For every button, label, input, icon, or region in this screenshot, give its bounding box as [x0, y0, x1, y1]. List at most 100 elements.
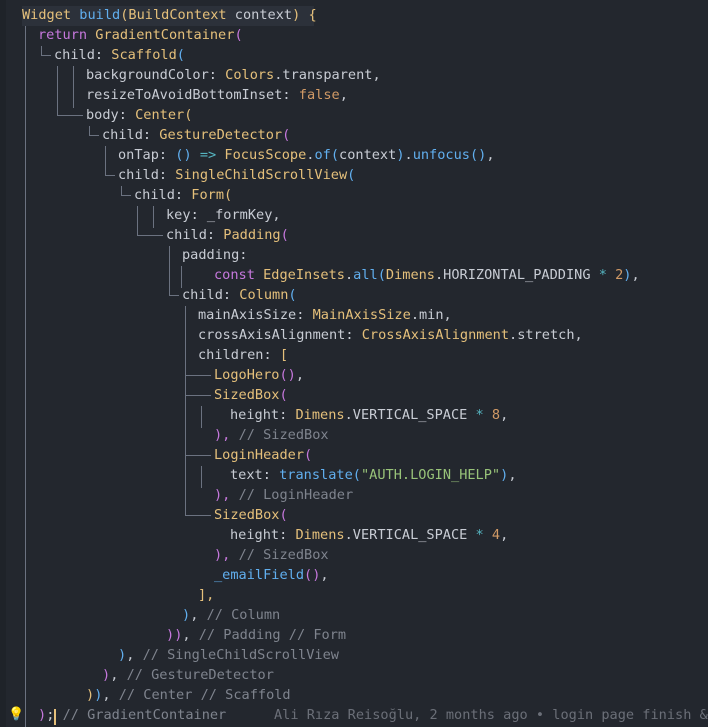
code-line[interactable]: ), // Column	[0, 605, 708, 625]
code-line[interactable]: backgroundColor: Colors.transparent,	[0, 65, 708, 85]
code-token: ,	[339, 87, 348, 103]
code-token: FocusScope	[224, 147, 307, 163]
code-token: ()	[175, 147, 192, 163]
indent-guide-vertical	[89, 126, 90, 135]
code-text: child: SingleChildScrollView(	[118, 165, 355, 185]
code-token: // GradientContainer	[62, 707, 227, 723]
code-line[interactable]: LoginHeader(	[0, 445, 708, 465]
code-token: =>	[199, 147, 217, 163]
code-token: ,	[500, 407, 509, 423]
code-text: key: _formKey,	[166, 205, 281, 225]
code-token: .min,	[410, 307, 452, 323]
code-token: :	[118, 107, 136, 123]
text-cursor	[54, 709, 56, 725]
code-token: ),	[214, 427, 231, 443]
code-token: Padding	[223, 227, 281, 243]
code-token: padding	[182, 247, 240, 263]
code-token: :	[263, 347, 280, 363]
code-text: Widget build(BuildContext context) {	[22, 5, 317, 25]
code-token: LoginHeader	[214, 447, 305, 463]
code-token: GestureDetector	[159, 127, 283, 143]
code-line[interactable]: onTap: () => FocusScope.of(context).unfo…	[0, 145, 708, 165]
code-line[interactable]: ), // GestureDetector	[0, 665, 708, 685]
code-token: child	[118, 167, 159, 183]
code-line[interactable]: mainAxisSize: MainAxisSize.min,	[0, 305, 708, 325]
code-token: ,	[508, 467, 517, 483]
indent-guide-vertical	[181, 266, 182, 288]
code-text: ), // SizedBox	[214, 425, 329, 445]
code-line[interactable]: )), // Padding // Form	[0, 625, 708, 645]
code-token: ()	[279, 367, 296, 383]
code-token: (	[347, 167, 356, 183]
code-token: unfocus	[412, 147, 470, 163]
code-token: crossAxisAlignment	[198, 327, 346, 343]
code-token: (	[224, 187, 233, 203]
code-text: ), // SizedBox	[214, 545, 329, 565]
code-line[interactable]: LogoHero(),	[0, 365, 708, 385]
code-token: key	[166, 207, 191, 223]
indent-guide-vertical	[185, 306, 186, 368]
code-line[interactable]: children: [	[0, 345, 708, 365]
code-token: (	[304, 447, 313, 463]
code-line[interactable]: resizeToAvoidBottomInset: false,	[0, 85, 708, 105]
code-line[interactable]: return GradientContainer(	[0, 25, 708, 45]
code-token: Center	[135, 107, 185, 123]
code-text: ), // LoginHeader	[214, 485, 353, 505]
code-line[interactable]: crossAxisAlignment: CrossAxisAlignment.s…	[0, 325, 708, 345]
code-line[interactable]: SizedBox(	[0, 385, 708, 405]
code-line[interactable]: ],	[0, 585, 708, 605]
code-text: mainAxisSize: MainAxisSize.min,	[198, 305, 452, 325]
code-line[interactable]: ), // SingleChildScrollView	[0, 645, 708, 665]
indent-guide-horizontal	[185, 395, 211, 396]
code-line[interactable]: child: Form(	[0, 185, 708, 205]
code-line[interactable]: text: translate("AUTH.LOGIN_HELP"),	[0, 465, 708, 485]
code-token: )	[396, 147, 405, 163]
code-line[interactable]: height: Dimens.VERTICAL_SPACE * 8,	[0, 405, 708, 425]
code-line[interactable]: Widget build(BuildContext context) {	[0, 5, 708, 25]
code-token: ],	[198, 587, 215, 603]
code-text: ); // GradientContainer	[38, 705, 226, 725]
code-token: height	[230, 407, 280, 423]
code-line[interactable]: height: Dimens.VERTICAL_SPACE * 4,	[0, 525, 708, 545]
code-line[interactable]: child: Padding(	[0, 225, 708, 245]
code-token: MainAxisSize	[312, 307, 411, 323]
code-token: :	[279, 407, 296, 423]
code-line[interactable]: _emailField(),	[0, 565, 708, 585]
code-line[interactable]: child: Scaffold(	[0, 45, 708, 65]
code-text: crossAxisAlignment: CrossAxisAlignment.s…	[198, 325, 583, 345]
lightbulb-icon[interactable]: 💡	[8, 707, 24, 723]
code-line[interactable]: child: GestureDetector(	[0, 125, 708, 145]
indent-guide-horizontal	[137, 235, 163, 236]
code-line[interactable]: key: _formKey,	[0, 205, 708, 225]
code-line[interactable]: SizedBox(	[0, 505, 708, 525]
code-token: .transparent,	[274, 67, 381, 83]
code-line[interactable]: const EdgeInsets.all(Dimens.HORIZONTAL_P…	[0, 265, 708, 285]
code-token: Dimens	[295, 527, 345, 543]
code-token: : _formKey,	[190, 207, 281, 223]
code-token: child	[54, 47, 95, 63]
code-line[interactable]: ), // SizedBox	[0, 425, 708, 445]
code-line[interactable]: child: Column(	[0, 285, 708, 305]
code-token: ,	[631, 267, 640, 283]
code-text: ), // GestureDetector	[102, 665, 274, 685]
code-token: children	[198, 347, 264, 363]
code-token: return	[38, 27, 88, 43]
indent-guide-vertical	[185, 366, 186, 515]
code-editor[interactable]: Widget build(BuildContext context) {retu…	[0, 0, 708, 727]
code-line[interactable]: body: Center(	[0, 105, 708, 125]
code-line[interactable]: )), // Center // Scaffold	[0, 685, 708, 705]
indent-guide-vertical	[153, 206, 154, 228]
code-token: (	[352, 467, 361, 483]
code-line[interactable]: ), // LoginHeader	[0, 485, 708, 505]
code-line[interactable]: padding:	[0, 245, 708, 265]
code-token: translate	[279, 467, 353, 483]
code-token: child	[134, 187, 175, 203]
code-line[interactable]: ), // SizedBox	[0, 545, 708, 565]
code-token: "AUTH.LOGIN_HELP"	[360, 467, 501, 483]
code-token: (	[288, 287, 297, 303]
